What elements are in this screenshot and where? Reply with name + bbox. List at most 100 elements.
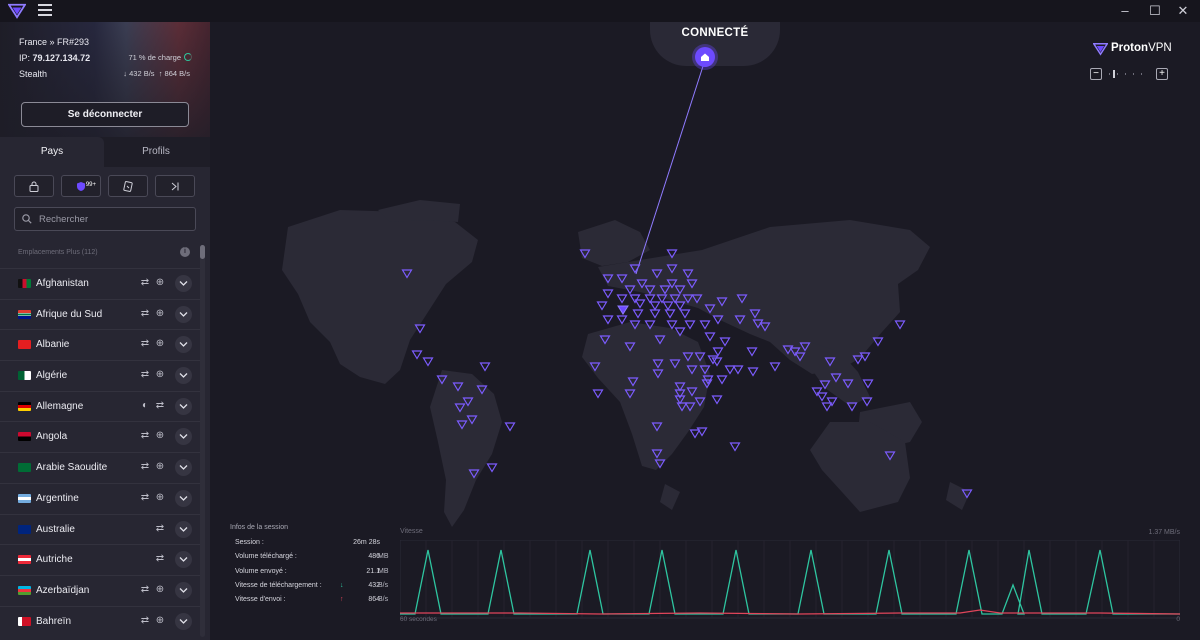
tor-filter[interactable] xyxy=(155,175,195,197)
server-location-marker[interactable] xyxy=(616,315,628,325)
zoom-out-button[interactable]: − xyxy=(1090,68,1102,80)
zoom-slider-handle[interactable] xyxy=(1113,70,1115,78)
server-location-marker[interactable] xyxy=(716,375,728,385)
server-location-marker[interactable] xyxy=(644,294,656,304)
server-location-marker[interactable] xyxy=(596,301,608,311)
p2p-filter[interactable]: 99+ xyxy=(61,175,101,197)
expand-country-button[interactable] xyxy=(175,305,192,323)
globe-icon: ⊕ xyxy=(155,277,165,288)
country-row[interactable]: Argentine ⇄ ⊕ xyxy=(0,482,200,514)
connection-status: CONNECTÉ xyxy=(681,27,749,39)
server-location-marker[interactable] xyxy=(711,395,723,405)
server-location-marker[interactable] xyxy=(816,392,828,402)
country-name: Azerbaïdjan xyxy=(36,584,90,596)
country-row[interactable]: Angola ⇄ ⊕ xyxy=(0,421,200,452)
server-location-marker[interactable] xyxy=(729,442,741,452)
expand-country-button[interactable] xyxy=(175,428,192,446)
server-location-marker[interactable] xyxy=(679,309,691,319)
maximize-icon[interactable]: ☐ xyxy=(1146,2,1164,20)
list-scrollbar[interactable] xyxy=(200,245,205,637)
country-name: Bahreïn xyxy=(36,615,72,627)
expand-country-button[interactable] xyxy=(175,459,192,477)
country-name: Allemagne xyxy=(36,400,84,412)
secure-core-filter[interactable] xyxy=(14,175,54,197)
server-location-marker[interactable] xyxy=(821,402,833,412)
server-location-marker[interactable] xyxy=(732,365,744,375)
server-location-marker[interactable] xyxy=(674,301,686,311)
server-location-marker[interactable] xyxy=(486,463,498,473)
expand-country-button[interactable] xyxy=(175,581,192,599)
server-location-marker[interactable] xyxy=(712,347,724,357)
scrollbar-thumb[interactable] xyxy=(200,245,205,259)
server-location-marker[interactable] xyxy=(719,337,731,347)
info-icon[interactable]: i xyxy=(180,247,190,257)
disconnect-button[interactable]: Se déconnecter xyxy=(21,102,189,127)
menu-icon[interactable] xyxy=(38,4,52,16)
server-location-marker[interactable] xyxy=(746,347,758,357)
country-row[interactable]: Algérie ⇄ ⊕ xyxy=(0,360,200,391)
zoom-in-button[interactable]: + xyxy=(1156,68,1168,80)
server-location-marker[interactable] xyxy=(747,367,759,377)
server-location-marker[interactable] xyxy=(699,320,711,330)
server-location-marker[interactable] xyxy=(411,350,423,360)
server-location-marker[interactable] xyxy=(666,320,678,330)
server-location-marker[interactable] xyxy=(479,362,491,372)
chevron-down-icon xyxy=(179,373,188,378)
search-input[interactable] xyxy=(39,210,189,228)
server-location-marker[interactable] xyxy=(634,299,646,309)
repeat-icon: ⇄ xyxy=(140,277,150,288)
server-location-marker[interactable] xyxy=(602,315,614,325)
expand-country-button[interactable] xyxy=(175,551,192,569)
minimize-icon[interactable]: – xyxy=(1116,2,1134,20)
expand-country-button[interactable] xyxy=(175,336,192,354)
chevron-down-icon xyxy=(179,434,188,440)
server-location-marker[interactable] xyxy=(769,362,781,372)
server-location-marker[interactable] xyxy=(689,429,701,439)
country-row[interactable]: Bahreïn ⇄ ⊕ xyxy=(0,605,200,637)
country-row[interactable]: Afghanistan ⇄ ⊕ xyxy=(0,268,200,299)
expand-country-button[interactable] xyxy=(175,489,192,507)
close-icon[interactable]: ✕ xyxy=(1174,2,1192,20)
server-location-marker[interactable] xyxy=(684,320,696,330)
country-row[interactable]: Allemagne ◐ ⇄ xyxy=(0,390,200,422)
server-location-marker[interactable] xyxy=(704,332,716,342)
tab-profiles[interactable]: Profils xyxy=(104,137,208,167)
expand-country-button[interactable] xyxy=(175,612,192,630)
country-row[interactable]: Autriche ⇄ xyxy=(0,544,200,575)
server-location-marker[interactable] xyxy=(504,422,516,432)
server-location-marker[interactable] xyxy=(649,301,661,311)
country-flag-icon xyxy=(18,309,31,319)
server-location-marker[interactable] xyxy=(649,309,661,319)
server-location-marker[interactable] xyxy=(592,389,604,399)
expand-country-button[interactable] xyxy=(175,367,192,385)
server-location-marker[interactable] xyxy=(629,294,641,304)
expand-country-button[interactable] xyxy=(175,397,192,415)
server-location-marker[interactable] xyxy=(872,337,884,347)
streaming-filter[interactable] xyxy=(108,175,148,197)
server-location-marker[interactable] xyxy=(861,397,873,407)
country-row[interactable]: Arabie Saoudite ⇄ ⊕ xyxy=(0,452,200,483)
server-location-marker[interactable] xyxy=(602,289,614,299)
server-location-marker[interactable] xyxy=(422,357,434,367)
server-location-marker[interactable] xyxy=(811,387,823,397)
home-location-pin[interactable] xyxy=(695,47,715,67)
tab-countries[interactable]: Pays xyxy=(0,137,104,167)
server-location-marker[interactable] xyxy=(664,309,676,319)
connected-server-marker[interactable] xyxy=(617,305,629,315)
server-location-marker[interactable] xyxy=(826,397,838,407)
server-location-marker[interactable] xyxy=(662,301,674,311)
lock-icon xyxy=(29,181,39,192)
server-location-marker[interactable] xyxy=(632,309,644,319)
server-location-marker[interactable] xyxy=(616,294,628,304)
zoom-track[interactable] xyxy=(1109,73,1149,75)
ip-label: IP: xyxy=(19,53,31,63)
expand-country-button[interactable] xyxy=(175,275,192,292)
server-location-marker[interactable] xyxy=(894,320,906,330)
country-row[interactable]: Albanie ⇄ ⊕ xyxy=(0,329,200,360)
expand-country-button[interactable] xyxy=(175,520,192,538)
country-row[interactable]: Afrique du Sud ⇄ ⊕ xyxy=(0,298,200,330)
country-list: Afghanistan ⇄ ⊕ Afrique du Sud ⇄ ⊕ Albanie ⇄ ⊕ Al… xyxy=(0,268,200,636)
country-row[interactable]: Australie ⇄ xyxy=(0,513,200,545)
country-row[interactable]: Azerbaïdjan ⇄ ⊕ xyxy=(0,574,200,606)
server-location-marker[interactable] xyxy=(724,365,736,375)
